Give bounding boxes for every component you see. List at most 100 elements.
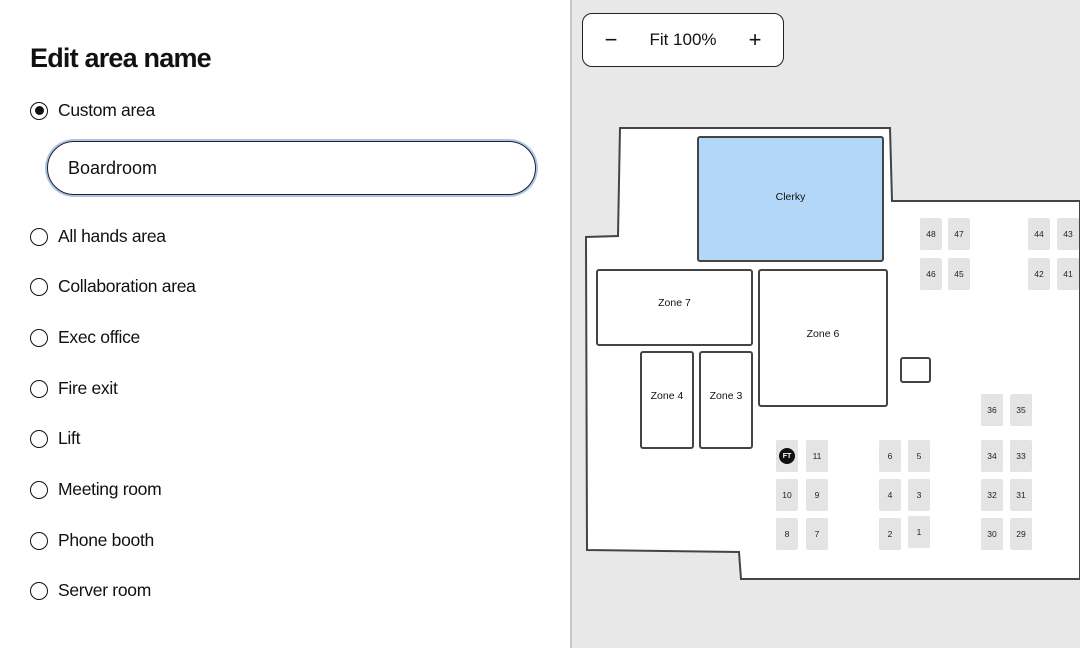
radio-exec-office[interactable]: Exec office [30,327,140,348]
radio-label: Exec office [58,327,140,347]
radio-circle[interactable] [30,480,48,499]
desk-43[interactable]: 43 [1057,218,1079,250]
desk-label: 34 [987,451,997,461]
desk-label: 2 [887,529,893,539]
room-label: Zone 3 [709,390,743,402]
desk-label: 46 [926,269,936,279]
desk-44[interactable]: 44 [1028,218,1050,250]
desk-5[interactable]: 5 [908,440,930,472]
desk-label: 7 [814,529,820,539]
radio-label: Fire exit [58,378,118,398]
radio-fire-exit[interactable]: Fire exit [30,378,118,399]
desk-label: 11 [812,451,822,461]
radio-label: Meeting room [58,479,162,499]
desk-36[interactable]: 36 [981,394,1003,426]
desk-label: 3 [916,490,922,500]
radio-circle[interactable] [30,429,48,448]
zoom-level: Fit 100% [649,30,717,49]
panel-title: Edit area name [30,43,212,73]
desk-35[interactable]: 35 [1010,394,1032,426]
radio-circle[interactable] [30,379,48,398]
room-label: Zone 4 [650,390,684,402]
desk-ft[interactable]: FT [776,440,798,472]
desk-46[interactable]: 46 [920,258,942,290]
radio-phone-booth[interactable]: Phone booth [30,530,154,551]
desk-label: 4 [887,490,893,500]
minus-icon[interactable]: − [601,27,621,53]
desk-34[interactable]: 34 [981,440,1003,472]
radio-label: Phone booth [58,530,154,550]
custom-area-name-input[interactable] [47,141,536,195]
room-clerky[interactable]: Clerky [697,136,884,262]
desk-11[interactable]: 11 [806,440,828,472]
radio-circle[interactable] [30,581,48,600]
occupant-avatar: FT [779,448,795,464]
desk-label: 32 [987,490,997,500]
room-zone-4[interactable]: Zone 4 [640,351,694,449]
desk-47[interactable]: 47 [948,218,970,250]
edit-area-panel: Edit area name Custom area All hands area… [0,0,571,648]
room-zone-3[interactable]: Zone 3 [699,351,753,449]
desk-label: 43 [1063,229,1073,239]
radio-circle[interactable] [30,328,48,347]
desk-48[interactable]: 48 [920,218,942,250]
desk-33[interactable]: 33 [1010,440,1032,472]
radio-meeting-room[interactable]: Meeting room [30,479,162,500]
desk-label: 45 [954,269,964,279]
radio-label: Custom area [58,100,155,120]
zoom-controls: − Fit 100% + [582,13,784,67]
desk-1[interactable]: 1 [908,516,930,548]
room-zone-6[interactable]: Zone 6 [758,269,888,407]
desk-label: 47 [954,229,964,239]
desk-label: 6 [887,451,893,461]
desk-41[interactable]: 41 [1057,258,1079,290]
room-label: Zone 7 [658,297,691,309]
radio-lift[interactable]: Lift [30,428,80,449]
radio-label: Lift [58,428,81,448]
radio-all-hands-area[interactable]: All hands area [30,226,166,247]
desk-32[interactable]: 32 [981,479,1003,511]
desk-7[interactable]: 7 [806,518,828,550]
room-label: Zone 6 [806,328,840,340]
desk-label: 9 [814,490,820,500]
desk-label: 48 [926,229,936,239]
desk-label: 42 [1034,269,1044,279]
radio-collaboration-area[interactable]: Collaboration area [30,276,196,297]
radio-circle[interactable] [30,277,48,296]
desk-label: 36 [987,405,997,415]
desk-label: 1 [916,527,922,537]
desk-2[interactable]: 2 [879,518,901,550]
room-label: Clerky [775,191,806,203]
radio-label: All hands area [58,226,166,246]
desk-30[interactable]: 30 [981,518,1003,550]
radio-circle[interactable] [30,227,48,246]
desk-42[interactable]: 42 [1028,258,1050,290]
desk-label: 5 [916,451,922,461]
desk-10[interactable]: 10 [776,479,798,511]
room-zone-7[interactable]: Zone 7 [596,269,753,346]
desk-label: 8 [784,529,790,539]
desk-6[interactable]: 6 [879,440,901,472]
desk-4[interactable]: 4 [879,479,901,511]
desk-label: 33 [1016,451,1026,461]
desk-9[interactable]: 9 [806,479,828,511]
floor-map[interactable]: − Fit 100% + Clerky Zone 7 Zone 6 Zone 4 Zon… [572,0,1080,648]
plus-icon[interactable]: + [745,27,765,53]
desk-8[interactable]: 8 [776,518,798,550]
desk-label: 31 [1016,490,1026,500]
desk-label: 35 [1016,405,1026,415]
radio-selected-dot [34,106,44,115]
desk-31[interactable]: 31 [1010,479,1032,511]
radio-circle[interactable] [30,531,48,550]
radio-circle[interactable] [30,101,48,120]
desk-label: 44 [1034,229,1044,239]
radio-label: Collaboration area [58,276,196,296]
desk-3[interactable]: 3 [908,479,930,511]
radio-custom-area[interactable]: Custom area [30,100,155,121]
desk-45[interactable]: 45 [948,258,970,290]
radio-server-room[interactable]: Server room [30,580,151,601]
desk-label: 30 [987,529,997,539]
small-room[interactable] [900,357,931,383]
desk-29[interactable]: 29 [1010,518,1032,550]
desk-label: 10 [782,490,792,500]
